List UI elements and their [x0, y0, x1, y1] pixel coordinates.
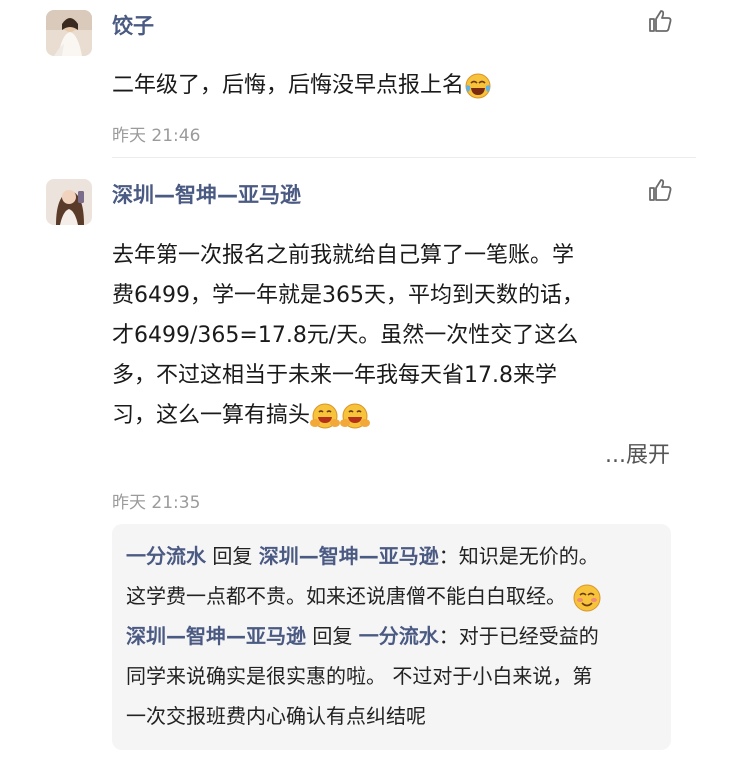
grinning-hands-emoji-icon	[340, 403, 371, 429]
reply-author[interactable]: 一分流水	[126, 544, 206, 568]
reply-box: 一分流水 回复 深圳—智坤—亚马逊：知识是无价的。 这学费一点都不贵。如来还说唐…	[112, 524, 671, 750]
crying-laughing-emoji-icon	[465, 73, 491, 99]
comment-body: 二年级了，后悔，后悔没早点报上名	[112, 73, 465, 98]
reply-colon: ：	[438, 624, 459, 648]
reply-line: 一次交报班费内心确认有点纠结呢	[126, 704, 426, 728]
grinning-hands-emoji-icon	[310, 403, 341, 429]
reply-word: 回复	[212, 544, 253, 568]
reply-line: 深圳—智坤—亚马逊 回复 一分流水：对于已经受益的	[126, 616, 599, 656]
comment-line: 多，不过这相当于未来一年我每天省17.8来学	[112, 363, 557, 388]
comment-line: 去年第一次报名之前我就给自己算了一笔账。学	[112, 243, 575, 268]
comment-text: 去年第一次报名之前我就给自己算了一笔账。学 费6499，学一年就是365天，平均…	[112, 236, 584, 436]
smiling-blush-emoji-icon	[573, 584, 601, 611]
avatar[interactable]	[46, 179, 92, 225]
thumbs-up-icon[interactable]	[647, 8, 673, 34]
comment-username[interactable]: 饺子	[112, 10, 154, 40]
thumbs-up-icon[interactable]	[647, 177, 673, 203]
comment-divider	[112, 157, 696, 158]
avatar[interactable]	[46, 10, 92, 56]
reply-colon: ：	[438, 544, 459, 568]
reply-word: 回复	[312, 624, 353, 648]
comment-timestamp: 昨天 21:35	[112, 493, 201, 513]
comment-line: 习，这么一算有搞头	[112, 396, 584, 436]
reply-line: 这学费一点都不贵。如来还说唐僧不能白白取经。	[126, 576, 602, 616]
reply-line: 一分流水 回复 深圳—智坤—亚马逊：知识是无价的。	[126, 536, 599, 576]
comment-line-text: 习，这么一算有搞头	[112, 403, 311, 428]
woman-wedding-dress-avatar-icon	[46, 10, 92, 56]
reply-target[interactable]: 深圳—智坤—亚马逊	[259, 544, 439, 568]
reply-author[interactable]: 深圳—智坤—亚马逊	[126, 624, 306, 648]
reply-text: 对于已经受益的	[458, 624, 599, 648]
comment-line: 才6499/365=17.8元/天。虽然一次性交了这么	[112, 323, 579, 348]
reply-text: 知识是无价的。	[458, 544, 599, 568]
woman-selfie-avatar-icon	[46, 179, 92, 225]
reply-text: 这学费一点都不贵。如来还说唐僧不能白白取经。	[126, 584, 566, 608]
expand-button[interactable]: ...展开	[605, 437, 670, 469]
comment-text: 二年级了，后悔，后悔没早点报上名	[112, 66, 492, 106]
comment-timestamp: 昨天 21:46	[112, 126, 201, 146]
comment-line: 费6499，学一年就是365天，平均到天数的话，	[112, 283, 584, 308]
reply-line: 同学来说确实是很实惠的啦。 不过对于小白来说，第	[126, 664, 593, 688]
comment-username[interactable]: 深圳—智坤—亚马逊	[112, 179, 301, 209]
reply-target[interactable]: 一分流水	[359, 624, 439, 648]
